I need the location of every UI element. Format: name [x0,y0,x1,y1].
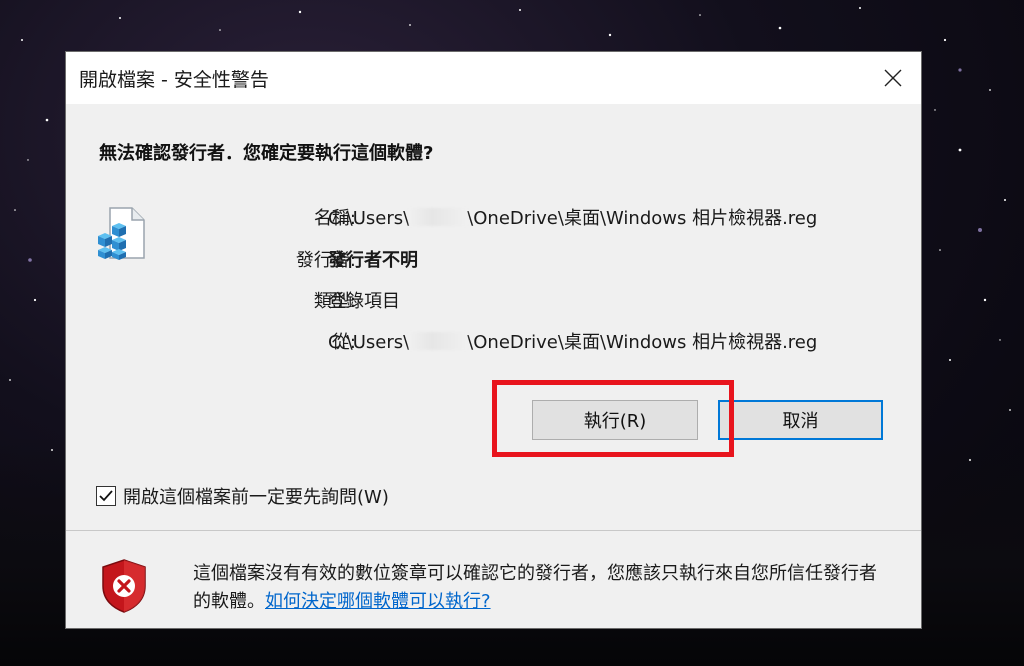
security-warning-dialog: 開啟檔案 - 安全性警告 無法確認發行者．您確定要執行這個軟體? 名稱: C:\… [66,52,921,628]
from-row: 從: C:\Users\ \OneDrive\桌面\Windows 相片檢視器.r… [216,328,906,356]
warning-heading: 無法確認發行者．您確定要執行這個軟體? [99,143,434,164]
cancel-button[interactable]: 取消 [718,400,883,440]
redacted-username [409,208,468,226]
close-button[interactable] [865,52,921,104]
publisher-row: 發行者: 發行者不明 [216,246,906,274]
type-row: 類型: 登錄項目 [216,287,906,315]
ask-before-open-label: 開啟這個檔案前一定要先詢問(W) [123,487,389,508]
run-button[interactable]: 執行(R) [532,400,698,440]
from-value: C:\Users\ \OneDrive\桌面\Windows 相片檢視器.reg [328,332,818,353]
publisher-value: 發行者不明 [328,250,418,271]
redacted-username [409,332,468,350]
warning-message: 這個檔案沒有有效的數位簽章可以確認它的發行者，您應該只執行來自您所信任發行者的軟… [193,560,893,616]
registry-file-icon [98,207,145,260]
name-row: 名稱: C:\Users\ \OneDrive\桌面\Windows 相片檢視器.… [216,204,906,232]
checkmark-icon [99,490,113,502]
help-link[interactable]: 如何決定哪個軟體可以執行? [265,591,491,612]
name-value: C:\Users\ \OneDrive\桌面\Windows 相片檢視器.reg [328,208,818,229]
close-icon [884,69,902,87]
type-value: 登錄項目 [328,291,400,312]
ask-before-open-option[interactable]: 開啟這個檔案前一定要先詢問(W) [96,484,389,508]
dialog-title: 開啟檔案 - 安全性警告 [79,69,269,91]
error-shield-icon [102,559,146,613]
title-bar: 開啟檔案 - 安全性警告 [66,52,921,104]
ask-before-open-checkbox[interactable] [96,486,116,506]
divider [66,530,921,531]
